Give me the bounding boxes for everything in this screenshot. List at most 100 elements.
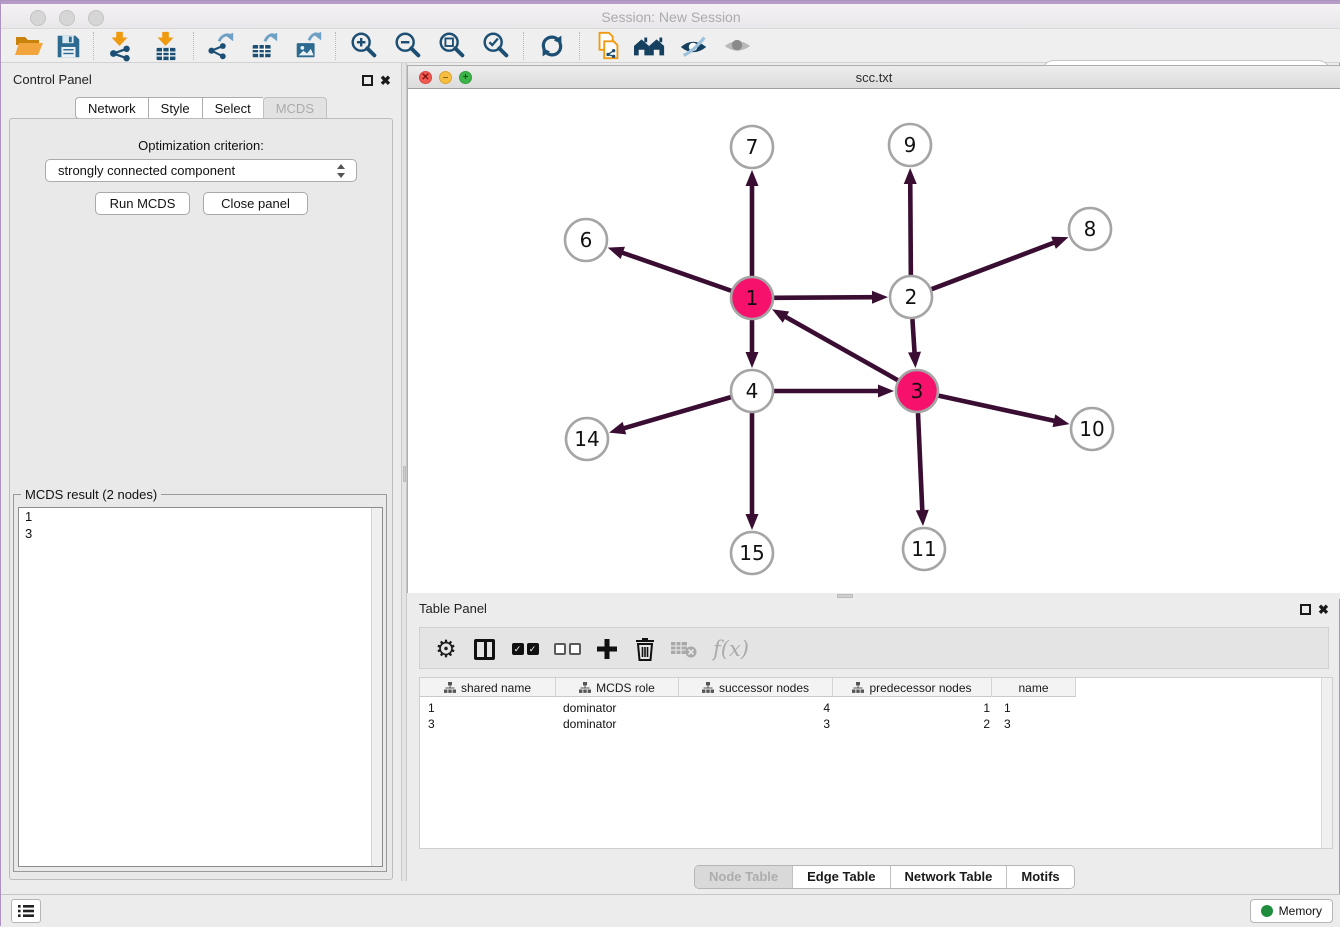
splitter-grip[interactable] xyxy=(403,466,406,482)
checked-box-icon: ✓ xyxy=(527,643,539,655)
zoom-out-button[interactable] xyxy=(389,30,427,62)
export-image-button[interactable] xyxy=(289,30,327,62)
column-header-mcds-role[interactable]: MCDS role xyxy=(556,678,679,697)
checked-box-icon: ✓ xyxy=(512,643,524,655)
graph-edge-1-6[interactable] xyxy=(620,252,731,291)
mcds-result-line: 1 xyxy=(19,508,382,525)
horizontal-splitter[interactable] xyxy=(407,593,1340,599)
graph-node-label: 14 xyxy=(574,427,599,451)
zoom-selected-icon xyxy=(480,30,512,62)
graph-edge-arrowhead xyxy=(608,247,625,259)
delete-column-button[interactable] xyxy=(626,628,664,670)
columns-icon xyxy=(474,639,495,660)
gear-icon: ⚙ xyxy=(435,635,457,664)
graph-edge-2-9[interactable] xyxy=(910,181,911,275)
attribute-type-icon xyxy=(444,682,456,694)
table-delete-icon xyxy=(670,638,698,660)
import-network-button[interactable] xyxy=(101,30,139,62)
import-table-icon xyxy=(150,30,182,62)
graph-edge-2-3[interactable] xyxy=(912,319,914,355)
optimization-criterion-dropdown[interactable]: strongly connected component xyxy=(45,159,357,182)
graph-edge-arrowhead xyxy=(1053,414,1070,427)
splitter-grip[interactable] xyxy=(837,594,853,598)
network-window-titlebar[interactable]: ✕ – + scc.txt xyxy=(407,65,1340,89)
tab-motifs[interactable]: Motifs xyxy=(1007,866,1073,888)
cell-mcds-role: dominator xyxy=(563,716,616,732)
memory-button[interactable]: Memory xyxy=(1250,899,1333,923)
graph-node-label: 9 xyxy=(904,133,917,157)
graph-node-label: 1 xyxy=(746,286,759,310)
add-column-button[interactable] xyxy=(588,628,626,670)
run-mcds-button[interactable]: Run MCDS xyxy=(95,192,190,215)
attribute-type-icon xyxy=(852,682,864,694)
mcds-result-list[interactable]: 1 3 xyxy=(18,507,383,867)
tab-style[interactable]: Style xyxy=(148,97,202,119)
export-table-button[interactable] xyxy=(245,30,283,62)
clone-network-button[interactable] xyxy=(589,30,627,62)
toolbar-separator xyxy=(93,32,94,60)
table-panel-close-button[interactable]: ✖ xyxy=(1318,604,1329,615)
tab-node-table[interactable]: Node Table xyxy=(695,866,793,888)
control-panel-title: Control Panel xyxy=(13,72,92,87)
column-label: name xyxy=(1018,681,1048,695)
table-scrollbar[interactable] xyxy=(1321,678,1332,848)
graph-edge-2-8[interactable] xyxy=(932,242,1057,289)
column-header-successor-nodes[interactable]: successor nodes xyxy=(679,678,833,697)
column-header-shared-name[interactable]: shared name xyxy=(420,678,556,697)
graph-edge-4-14[interactable] xyxy=(622,397,731,429)
deselect-all-button[interactable] xyxy=(546,628,588,670)
graph-edge-arrowhead xyxy=(908,352,921,368)
tab-mcds[interactable]: MCDS xyxy=(263,97,327,119)
mcds-result-box: MCDS result (2 nodes) 1 3 xyxy=(13,494,387,872)
select-all-button[interactable]: ✓✓ xyxy=(504,628,546,670)
graph-edge-1-2[interactable] xyxy=(774,297,875,298)
tab-network[interactable]: Network xyxy=(75,97,148,119)
tab-network-table[interactable]: Network Table xyxy=(891,866,1008,888)
tab-edge-table[interactable]: Edge Table xyxy=(793,866,890,888)
graph-edge-3-10[interactable] xyxy=(938,396,1056,422)
graph-edge-arrowhead xyxy=(878,385,894,398)
column-label: MCDS role xyxy=(596,681,655,695)
column-header-name[interactable]: name xyxy=(992,678,1076,697)
application-window: Session: New Session xyxy=(0,0,1340,926)
memory-label: Memory xyxy=(1279,904,1322,918)
export-network-button[interactable] xyxy=(201,30,239,62)
home-button[interactable] xyxy=(631,30,669,62)
table-header-row: shared name MCDS role successor nodes pr… xyxy=(420,678,1076,697)
task-history-button[interactable] xyxy=(11,899,41,923)
attribute-type-icon xyxy=(702,682,714,694)
cell-mcds-role: dominator xyxy=(563,700,616,716)
network-graph[interactable]: 7968124314101511 xyxy=(408,89,1340,593)
zoom-fit-button[interactable] xyxy=(433,30,471,62)
graph-node-label: 10 xyxy=(1079,417,1104,441)
window-title: Session: New Session xyxy=(1,9,1340,25)
table-settings-button[interactable]: ⚙ xyxy=(428,628,464,670)
refresh-button[interactable] xyxy=(533,30,571,62)
close-panel-button[interactable]: Close panel xyxy=(203,192,308,215)
hide-visual-button[interactable] xyxy=(675,30,713,62)
node-table[interactable]: shared name MCDS role successor nodes pr… xyxy=(419,677,1333,849)
control-panel-close-button[interactable]: ✖ xyxy=(380,75,391,86)
result-scrollbar[interactable] xyxy=(371,508,382,866)
graph-edge-arrowhead xyxy=(916,510,929,526)
column-header-predecessor-nodes[interactable]: predecessor nodes xyxy=(833,678,992,697)
graph-edge-3-1[interactable] xyxy=(783,316,897,381)
table-panel-float-button[interactable] xyxy=(1300,604,1311,615)
cell-successor-nodes: 4 xyxy=(680,700,830,716)
tab-select[interactable]: Select xyxy=(202,97,263,119)
import-network-icon xyxy=(104,30,136,62)
import-table-button[interactable] xyxy=(147,30,185,62)
zoom-in-button[interactable] xyxy=(345,30,383,62)
show-column-button[interactable] xyxy=(466,628,502,670)
table-panel-title: Table Panel xyxy=(419,601,487,616)
zoom-selected-button[interactable] xyxy=(477,30,515,62)
control-panel-float-button[interactable] xyxy=(362,75,373,86)
network-canvas[interactable]: 7968124314101511 xyxy=(407,89,1340,593)
graph-edge-3-11[interactable] xyxy=(918,413,922,513)
control-panel-tabs: NetworkStyleSelectMCDS xyxy=(1,97,401,119)
cell-predecessor-nodes: 2 xyxy=(840,716,990,732)
show-visual-button[interactable] xyxy=(719,30,757,62)
delete-table-button-disabled xyxy=(664,628,704,670)
save-session-button[interactable] xyxy=(49,30,87,62)
open-session-button[interactable] xyxy=(9,30,47,62)
